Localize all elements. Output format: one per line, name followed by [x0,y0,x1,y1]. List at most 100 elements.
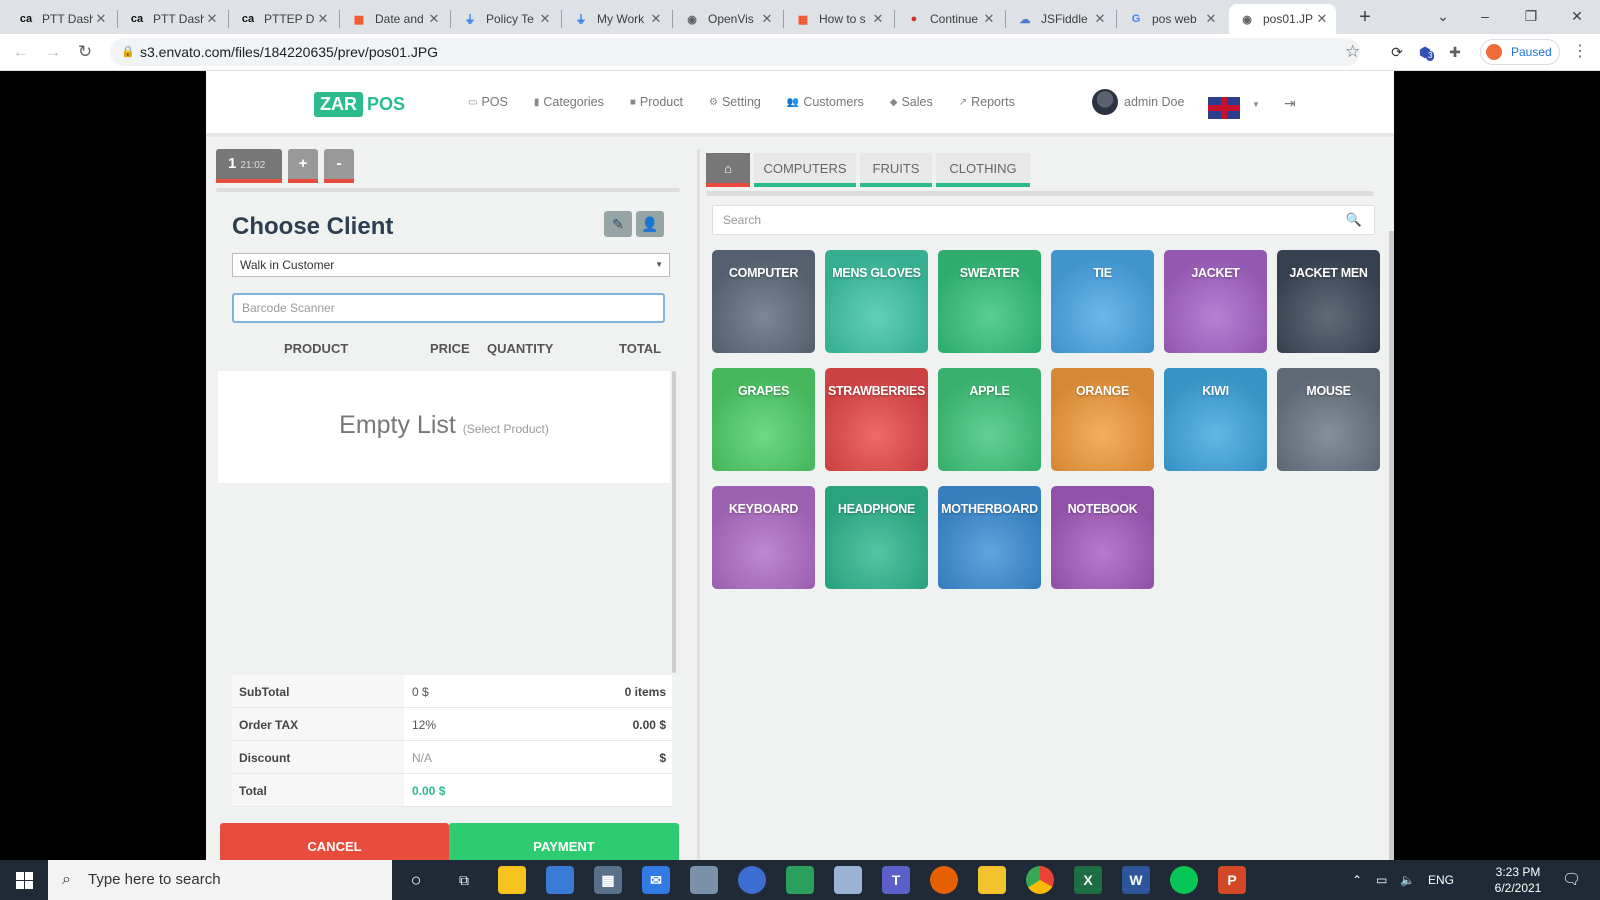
tab-search-icon[interactable]: ⌄ [1420,0,1466,34]
browser-tab[interactable]: ca PTT Dash ✕ [119,4,226,34]
browser-tab[interactable]: ⏚ Policy Te ✕ [452,4,559,34]
network-icon[interactable]: ▭ [1376,860,1387,900]
excel-icon[interactable]: X [1074,866,1102,894]
product-card[interactable]: KIWI [1164,368,1267,471]
system-clock[interactable]: 3:23 PM 6/2/2021 [1490,864,1546,896]
nav-item-setting[interactable]: ⚙ Setting [709,95,761,109]
barcode-input[interactable]: Barcode Scanner [232,293,665,323]
taskbar-search-input[interactable]: ⌕ Type here to search [48,860,392,900]
product-card[interactable]: MOUSE [1277,368,1380,471]
minimize-icon[interactable]: – [1462,0,1508,34]
close-tab-icon[interactable]: ✕ [648,11,664,27]
payment-button[interactable]: PAYMENT [449,823,679,860]
caret-down-icon[interactable]: ▼ [1252,100,1260,109]
browser-tab[interactable]: Gpos web ✕ [1118,4,1225,34]
edit-client-button[interactable]: ✎ [604,211,632,237]
nav-item-sales[interactable]: ◆ Sales [890,95,933,109]
task-view-icon[interactable]: ⧉ [450,866,478,894]
teams-icon[interactable]: T [882,866,910,894]
menu-kebab-icon[interactable]: ⋮ [1572,39,1588,65]
page-scrollbar[interactable] [1389,231,1394,860]
product-card[interactable]: SWEATER [938,250,1041,353]
browser-tab[interactable]: ◉ pos01.JP ✕ [1229,4,1336,34]
shield-extension-icon[interactable]: ⬢ 3 [1414,41,1436,63]
browser-tab[interactable]: ☁ JSFiddle ✕ [1007,4,1114,34]
file-explorer-icon[interactable] [978,866,1006,894]
nav-item-categories[interactable]: ▮ Categories [534,95,604,109]
close-tab-icon[interactable]: ✕ [426,11,442,27]
close-window-icon[interactable]: ✕ [1554,0,1600,34]
app-logo[interactable]: ZAR POS [314,90,405,118]
bookmark-star-icon[interactable]: ☆ [1345,38,1360,66]
chrome-alt-icon[interactable] [738,866,766,894]
close-tab-icon[interactable]: ✕ [1092,11,1108,27]
tab-clothing[interactable]: CLOTHING [936,153,1030,187]
project-icon[interactable] [786,866,814,894]
new-tab-button[interactable]: + [1352,4,1378,30]
browser-tab[interactable]: ⏚ My Work ✕ [563,4,670,34]
forward-icon[interactable]: → [40,39,66,65]
order-tab[interactable]: 1 21:02 [216,149,282,183]
back-icon[interactable]: ← [8,39,34,65]
browser-tab[interactable]: ca PTTEP D ✕ [230,4,337,34]
product-search-input[interactable]: Search 🔍 [712,205,1375,235]
tax-rate[interactable]: 12% [412,718,436,732]
extensions-puzzle-icon[interactable]: ✚ [1444,41,1466,63]
product-card[interactable]: NOTEBOOK [1051,486,1154,589]
product-card[interactable]: MENS GLOVES [825,250,928,353]
add-order-button[interactable]: + [288,149,318,183]
cart-scrollbar[interactable] [672,371,676,673]
close-tab-icon[interactable]: ✕ [759,11,775,27]
product-card[interactable]: HEADPHONE [825,486,928,589]
calculator-icon[interactable]: ▦ [594,866,622,894]
product-card[interactable]: JACKET [1164,250,1267,353]
cortana-icon[interactable]: ○ [402,866,430,894]
product-card[interactable]: GRAPES [712,368,815,471]
address-bar[interactable]: 🔒 s3.envato.com/files/184220635/prev/pos… [110,38,1360,66]
line-icon[interactable] [1170,866,1198,894]
nav-item-product[interactable]: ■ Product [630,95,683,109]
sync-extension-icon[interactable]: ⟳ [1386,41,1408,63]
powerpoint-icon[interactable]: P [1218,866,1246,894]
browser-tab[interactable]: ca PTT Dash ✕ [8,4,115,34]
nav-item-pos[interactable]: ▭ POS [468,95,508,109]
user-menu[interactable]: admin Doe [1092,89,1184,115]
app-icon[interactable] [546,866,574,894]
browser-tab[interactable]: ● Continue ✕ [896,4,1003,34]
home-category-tab[interactable]: ⌂ [706,153,750,187]
remove-order-button[interactable]: - [324,149,354,183]
tab-fruits[interactable]: FRUITS [860,153,932,187]
volume-icon[interactable]: 🔈 [1400,860,1415,900]
discount-value[interactable]: N/A [412,751,432,765]
close-tab-icon[interactable]: ✕ [1314,11,1330,27]
product-card[interactable]: KEYBOARD [712,486,815,589]
windows-start-icon[interactable] [0,860,48,900]
nav-item-customers[interactable]: 👥 Customers [787,95,864,109]
mail-icon[interactable]: ✉ [642,866,670,894]
profile-paused-button[interactable]: Paused [1480,39,1560,65]
reload-icon[interactable]: ↻ [72,39,98,65]
product-card[interactable]: COMPUTER [712,250,815,353]
app-icon[interactable] [834,866,862,894]
close-tab-icon[interactable]: ✕ [981,11,997,27]
cancel-button[interactable]: CANCEL [220,823,449,860]
firefox-icon[interactable] [930,866,958,894]
product-card[interactable]: JACKET MEN [1277,250,1380,353]
browser-tab[interactable]: ◉ OpenVis ✕ [674,4,781,34]
chevron-up-icon[interactable]: ⌃ [1352,860,1362,900]
product-card[interactable]: TIE [1051,250,1154,353]
logout-icon[interactable]: ⇥ [1284,95,1296,112]
product-card[interactable]: ORANGE [1051,368,1154,471]
product-card[interactable]: APPLE [938,368,1041,471]
product-card[interactable]: MOTHERBOARD [938,486,1041,589]
notifications-icon[interactable]: 🗨 [1562,860,1581,900]
word-icon[interactable]: W [1122,866,1150,894]
language-indicator[interactable]: ENG [1428,860,1454,900]
add-client-button[interactable]: 👤 [636,211,664,237]
restore-icon[interactable]: ❐ [1508,0,1554,34]
close-tab-icon[interactable]: ✕ [537,11,553,27]
close-tab-icon[interactable]: ✕ [93,11,109,27]
uk-flag-icon[interactable] [1208,97,1240,119]
client-select[interactable]: Walk in Customer ▼ [232,253,670,277]
browser-tab[interactable]: ▦ Date and ✕ [341,4,448,34]
